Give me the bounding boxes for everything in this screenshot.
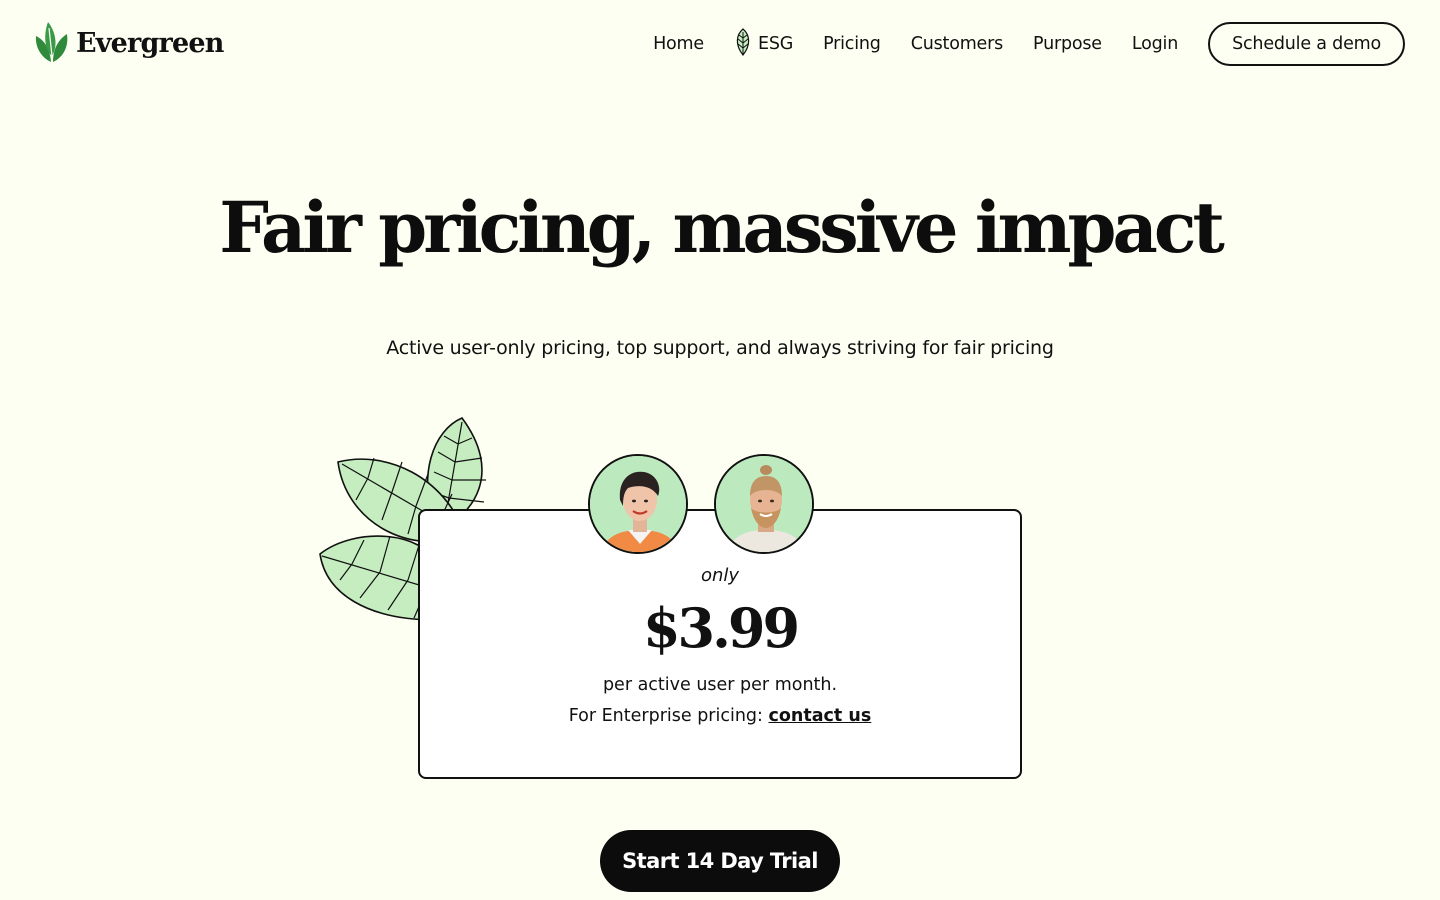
nav-esg-label: ESG: [757, 34, 794, 54]
price-unit: per active user per month.: [602, 675, 838, 695]
leaf-icon: [734, 27, 752, 61]
contact-us-link[interactable]: contact us: [769, 706, 872, 726]
nav-purpose[interactable]: Purpose: [1033, 34, 1102, 54]
nav-login[interactable]: Login: [1132, 34, 1178, 54]
customer-avatar-man: [714, 454, 814, 554]
brand-name: Evergreen: [76, 27, 224, 59]
nav-login-label: Login: [1131, 34, 1179, 54]
price-amount: $3.99: [642, 596, 800, 660]
nav-esg[interactable]: ESG: [734, 27, 794, 61]
nav-customers[interactable]: Customers: [910, 34, 1004, 54]
enterprise-pricing-text: For Enterprise pricing:: [568, 706, 763, 726]
nav-home[interactable]: Home: [653, 34, 704, 54]
evergreen-leaf-icon: [34, 18, 70, 68]
schedule-demo-button[interactable]: Schedule a demo: [1208, 22, 1405, 66]
page-title: Fair pricing, massive impact: [219, 186, 1225, 269]
nav-pricing-label: Pricing: [823, 34, 881, 54]
page-subtitle: Active user-only pricing, top support, a…: [386, 337, 1054, 359]
nav-pricing[interactable]: Pricing: [823, 34, 881, 54]
start-trial-button[interactable]: Start 14 Day Trial: [600, 830, 840, 892]
nav-home-label: Home: [653, 34, 704, 54]
brand-logo[interactable]: Evergreen: [34, 18, 224, 68]
main-nav: Home ESG Pricing Customers Purpose Login…: [653, 22, 1405, 66]
customer-avatar-woman: [588, 454, 688, 554]
price-prefix: only: [700, 565, 740, 586]
nav-customers-label: Customers: [910, 34, 1004, 54]
nav-purpose-label: Purpose: [1033, 34, 1102, 54]
enterprise-pricing-line: For Enterprise pricing: contact us: [0, 706, 1440, 726]
